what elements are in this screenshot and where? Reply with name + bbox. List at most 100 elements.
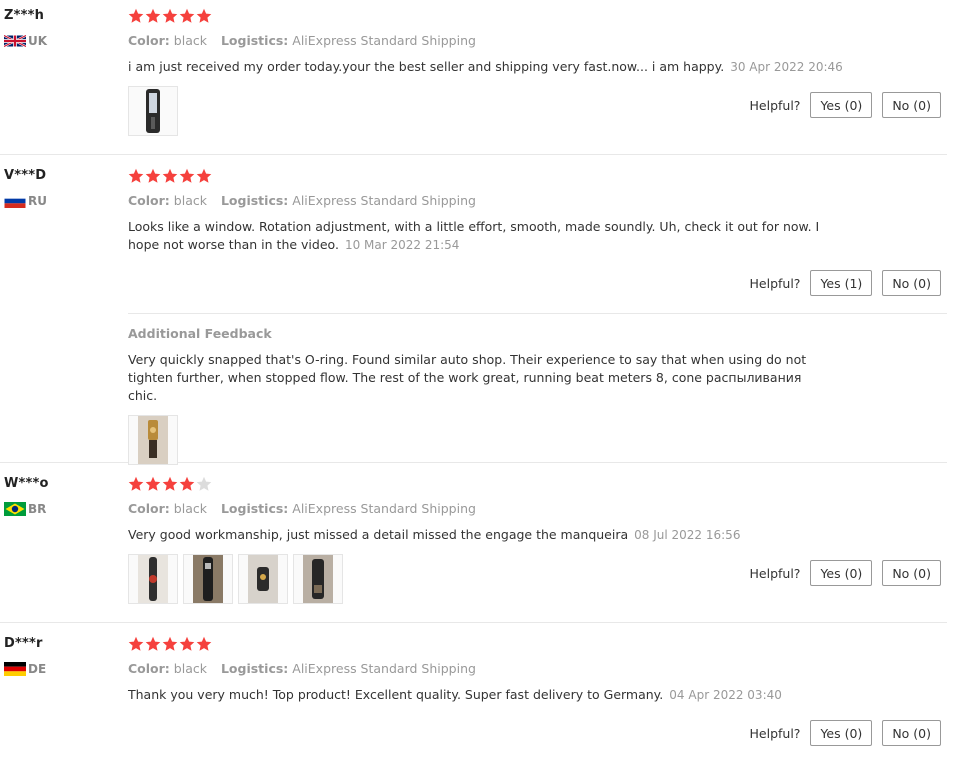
review-meta: Color: black Logistics: AliExpress Stand… — [128, 661, 947, 677]
star-filled-icon — [145, 168, 161, 184]
review-body: Very good workmanship, just missed a det… — [128, 527, 629, 542]
review-date: 10 Mar 2022 21:54 — [344, 238, 460, 252]
star-rating — [128, 8, 947, 26]
country-code: DE — [28, 662, 47, 676]
color-key: Color: — [128, 33, 170, 48]
helpful-label: Helpful? — [749, 275, 801, 291]
uk-flag-icon — [4, 34, 26, 48]
review-text: Thank you very much! Top product! Excell… — [128, 686, 848, 704]
review-photo[interactable] — [128, 554, 178, 604]
star-filled-icon — [145, 476, 161, 492]
logistics-key: Logistics: — [220, 501, 289, 516]
logistics-key: Logistics: — [220, 33, 289, 48]
star-rating — [128, 636, 947, 654]
review-photo[interactable] — [293, 554, 343, 604]
star-filled-icon — [196, 168, 212, 184]
helpful-label: Helpful? — [749, 565, 801, 581]
review-item: Z***h UK Color: black Logistics: AliExpr… — [0, 8, 947, 155]
additional-feedback-title: Additional Feedback — [128, 326, 272, 341]
helpful-no-button[interactable]: No (0) — [882, 560, 941, 586]
brazil-flag-icon — [4, 502, 26, 516]
reviewer-country: UK — [4, 34, 114, 48]
helpful-no-button[interactable]: No (0) — [882, 720, 941, 746]
reviewer-info: Z***h UK — [4, 8, 114, 48]
review-item: V***D RU Color: black Logistics: AliExpr… — [0, 168, 947, 465]
color-value: black — [173, 501, 207, 516]
reviewer-info: V***D RU — [4, 168, 114, 208]
germany-flag-icon — [4, 662, 26, 676]
star-empty-icon — [196, 476, 212, 492]
review-photo[interactable] — [128, 415, 178, 465]
review-text: Looks like a window. Rotation adjustment… — [128, 218, 848, 254]
review-photo[interactable] — [238, 554, 288, 604]
logistics-key: Logistics: — [220, 661, 289, 676]
reviewer-name: W***o — [4, 476, 49, 491]
star-filled-icon — [162, 476, 178, 492]
review-date: 08 Jul 2022 16:56 — [634, 528, 741, 542]
color-value: black — [173, 193, 207, 208]
star-filled-icon — [179, 476, 195, 492]
color-key: Color: — [128, 661, 170, 676]
star-rating — [128, 476, 947, 494]
country-code: RU — [28, 194, 47, 208]
color-value: black — [173, 661, 207, 676]
helpful-yes-button[interactable]: Yes (0) — [810, 720, 873, 746]
helpful-no-button[interactable]: No (0) — [882, 270, 941, 296]
star-filled-icon — [179, 636, 195, 652]
country-code: UK — [28, 34, 48, 48]
star-filled-icon — [162, 168, 178, 184]
reviewer-country: BR — [4, 502, 114, 516]
star-filled-icon — [196, 636, 212, 652]
star-filled-icon — [145, 636, 161, 652]
review-text: Very good workmanship, just missed a det… — [128, 526, 848, 544]
review-photo[interactable] — [128, 86, 178, 136]
helpful-yes-button[interactable]: Yes (0) — [810, 92, 873, 118]
star-filled-icon — [128, 8, 144, 24]
logistics-value: AliExpress Standard Shipping — [292, 193, 476, 208]
star-filled-icon — [128, 168, 144, 184]
star-filled-icon — [179, 168, 195, 184]
reviewer-info: W***o BR — [4, 476, 114, 516]
logistics-value: AliExpress Standard Shipping — [292, 501, 476, 516]
logistics-key: Logistics: — [220, 193, 289, 208]
reviewer-country: DE — [4, 662, 114, 676]
helpful-votes: Helpful? Yes (0) No (0) — [750, 92, 941, 118]
review-photo[interactable] — [183, 554, 233, 604]
review-text: i am just received my order today.your t… — [128, 58, 848, 76]
review-item: W***o BR Color: black Logistics: AliExpr… — [0, 476, 947, 623]
reviewer-name: D***r — [4, 636, 43, 651]
color-value: black — [173, 33, 207, 48]
review-item: D***r DE Color: black Logistics: AliExpr… — [0, 636, 947, 757]
helpful-label: Helpful? — [749, 725, 801, 741]
logistics-value: AliExpress Standard Shipping — [292, 661, 476, 676]
reviewer-country: RU — [4, 194, 114, 208]
review-photos — [128, 415, 947, 465]
star-filled-icon — [128, 636, 144, 652]
star-filled-icon — [145, 8, 161, 24]
russia-flag-icon — [4, 194, 26, 208]
review-meta: Color: black Logistics: AliExpress Stand… — [128, 193, 947, 209]
review-date: 04 Apr 2022 03:40 — [669, 688, 782, 702]
review-body: Looks like a window. Rotation adjustment… — [128, 219, 820, 252]
review-body: Thank you very much! Top product! Excell… — [128, 687, 664, 702]
star-filled-icon — [128, 476, 144, 492]
helpful-yes-button[interactable]: Yes (1) — [810, 270, 873, 296]
helpful-votes: Helpful? Yes (0) No (0) — [750, 560, 941, 586]
reviewer-info: D***r DE — [4, 636, 114, 676]
star-rating — [128, 168, 947, 186]
star-filled-icon — [179, 8, 195, 24]
helpful-yes-button[interactable]: Yes (0) — [810, 560, 873, 586]
logistics-value: AliExpress Standard Shipping — [292, 33, 476, 48]
helpful-no-button[interactable]: No (0) — [882, 92, 941, 118]
review-meta: Color: black Logistics: AliExpress Stand… — [128, 501, 947, 517]
star-filled-icon — [162, 8, 178, 24]
helpful-votes: Helpful? Yes (1) No (0) — [750, 270, 941, 296]
helpful-label: Helpful? — [749, 97, 801, 113]
country-code: BR — [28, 502, 47, 516]
reviewer-name: V***D — [4, 168, 47, 183]
helpful-votes: Helpful? Yes (0) No (0) — [750, 720, 941, 746]
star-filled-icon — [196, 8, 212, 24]
color-key: Color: — [128, 501, 170, 516]
review-date: 30 Apr 2022 20:46 — [730, 60, 843, 74]
additional-feedback-text: Very quickly snapped that's O-ring. Foun… — [128, 352, 807, 403]
